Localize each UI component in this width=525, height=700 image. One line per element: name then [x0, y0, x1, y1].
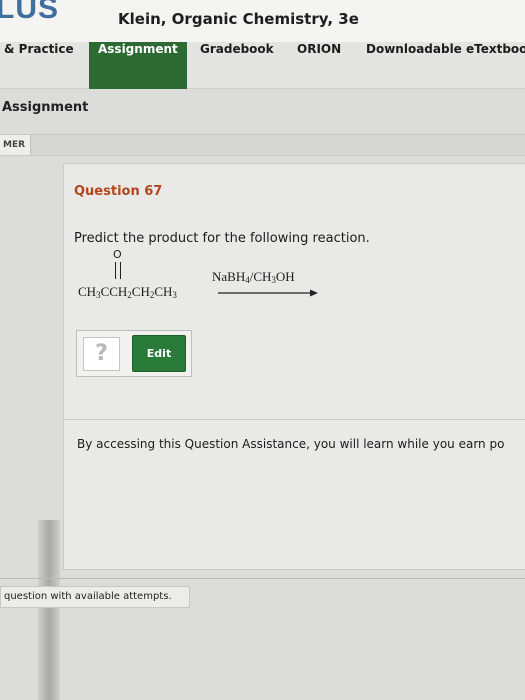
- assistance-text: By accessing this Question Assistance, y…: [77, 437, 505, 451]
- formula-part: CCH: [100, 284, 128, 299]
- footer-divider: [0, 578, 525, 579]
- nav-tab-orion[interactable]: ORION: [297, 42, 341, 89]
- reaction-scheme: O CH3CCH2CH2CH3 NaBH4/CH3OH: [74, 248, 344, 310]
- reagent-label: NaBH4/CH3OH: [212, 269, 295, 285]
- sub-tab-bar: MER: [0, 134, 525, 156]
- app-header: LUS Klein, Organic Chemistry, 3e: [0, 0, 525, 42]
- reagent-part: /CH: [249, 269, 272, 284]
- carbonyl-double-bond: [115, 262, 121, 279]
- footer-status-text: question with available attempts.: [4, 591, 172, 602]
- course-title: Klein, Organic Chemistry, 3e: [118, 10, 359, 28]
- question-title: Question 67: [74, 184, 163, 199]
- carbonyl-oxygen: O: [113, 248, 122, 261]
- nav-tab-read-study-practice[interactable]: & Practice: [4, 42, 74, 89]
- right-arrow-icon: [218, 289, 318, 297]
- nav-tab-downloadable-etextbook[interactable]: Downloadable eTextboo: [366, 42, 525, 89]
- question-mark-icon[interactable]: ?: [83, 337, 120, 371]
- edit-button[interactable]: Edit: [132, 335, 186, 372]
- page-title: Assignment: [2, 100, 89, 115]
- reactant-formula: CH3CCH2CH2CH3: [78, 284, 177, 300]
- nav-tab-gradebook[interactable]: Gradebook: [200, 42, 274, 89]
- formula-part: CH: [131, 284, 150, 299]
- sub-tab-mer[interactable]: MER: [0, 135, 31, 155]
- nav-tab-assignment[interactable]: Assignment: [89, 42, 187, 89]
- reagent-part: OH: [275, 269, 295, 284]
- formula-part: CH: [154, 284, 173, 299]
- wileyplus-logo[interactable]: LUS: [0, 0, 59, 26]
- question-prompt: Predict the product for the following re…: [74, 231, 370, 246]
- formula-part: CH: [78, 284, 97, 299]
- main-nav: & Practice Assignment Gradebook ORION Do…: [0, 42, 525, 89]
- formula-subscript: 3: [172, 290, 177, 300]
- sidebar-divider: [38, 520, 60, 700]
- reagent-part: NaBH: [212, 269, 246, 284]
